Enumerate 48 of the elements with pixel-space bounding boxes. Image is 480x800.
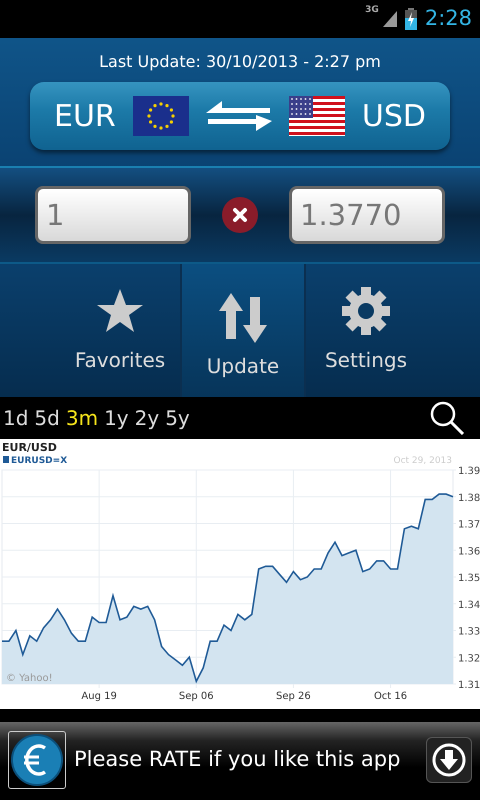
axis-label: 1.37 <box>458 520 480 530</box>
legend-label: EURUSD=X <box>11 456 68 466</box>
download-icon <box>432 742 466 776</box>
currency-code: EUR <box>54 98 116 136</box>
search-icon[interactable] <box>430 401 464 435</box>
axis-label: Aug 19 <box>81 691 117 702</box>
axis-label: 1.35 <box>458 573 480 584</box>
range-tab[interactable]: 5d <box>31 403 63 433</box>
range-tab[interactable]: 1y <box>101 403 132 433</box>
swap-icon[interactable] <box>206 101 272 131</box>
flag-icon <box>132 96 189 136</box>
axis-label: 1.32 <box>458 653 480 664</box>
result-field[interactable]: 1.3770 <box>289 186 445 244</box>
clock: 2:28 <box>424 5 472 32</box>
battery-icon <box>404 8 417 30</box>
action-button[interactable]: Favorites <box>60 264 180 397</box>
currency-bar[interactable]: EUR USD <box>30 82 450 150</box>
axis-label: 1.33 <box>458 626 480 638</box>
up-down-arrows-icon <box>219 293 267 343</box>
action-button[interactable]: Settings <box>306 264 426 397</box>
credit-text: © Yahoo! <box>6 673 53 684</box>
axis-label: Sep 26 <box>276 691 311 702</box>
flag-icon <box>288 96 345 136</box>
signal-icon <box>382 11 397 27</box>
axis-label: 1.34 <box>458 600 480 611</box>
last-update-text: Last Update: 30/10/2013 - 2:27 pm <box>99 51 381 73</box>
range-tab[interactable]: 3m <box>62 403 102 433</box>
close-icon <box>232 207 248 223</box>
action-button[interactable]: Update <box>180 264 306 397</box>
amount-field[interactable]: 1 <box>35 186 191 244</box>
gear-icon <box>342 286 390 336</box>
euro-icon <box>11 734 63 786</box>
chart-title: EUR/USD <box>2 441 57 454</box>
app-logo[interactable] <box>8 730 66 788</box>
currency-code: USD <box>362 98 426 136</box>
clear-button[interactable] <box>222 197 258 233</box>
ad-text: Please RATE if you like this app <box>74 746 402 773</box>
range-tab[interactable]: 1d <box>0 403 32 433</box>
axis-label: Sep 06 <box>178 691 214 702</box>
axis-label: 1.31 <box>458 680 480 691</box>
network-label: 3G <box>365 4 379 17</box>
axis-label: 1.39 <box>458 466 480 477</box>
axis-label: Oct 16 <box>374 691 408 702</box>
axis-label: 1.38 <box>458 492 480 504</box>
range-tab[interactable]: 5y <box>162 403 193 433</box>
range-tab[interactable]: 2y <box>132 403 162 433</box>
download-button[interactable] <box>426 736 472 782</box>
axis-label: 1.36 <box>458 546 480 558</box>
